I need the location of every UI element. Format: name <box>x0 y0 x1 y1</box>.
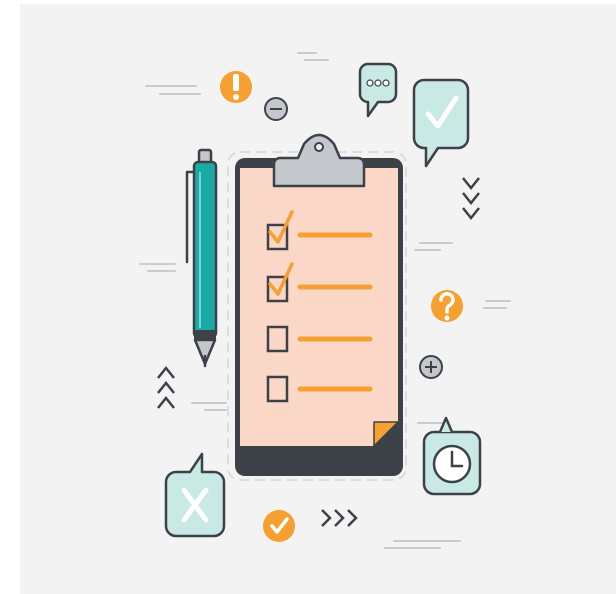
exclamation-icon <box>220 71 252 103</box>
chevrons-up-icon <box>157 365 175 409</box>
x-bubble-icon <box>164 452 226 538</box>
clipboard-icon <box>227 133 407 481</box>
check-circle-icon <box>263 510 295 542</box>
checklist-illustration <box>139 52 511 549</box>
plus-icon <box>419 355 443 379</box>
chevrons-right-icon <box>321 509 358 527</box>
alarm-clock-icon <box>422 416 482 496</box>
chat-bubble-icon <box>358 62 398 118</box>
check-bubble-icon <box>412 78 470 168</box>
question-icon <box>431 290 463 322</box>
minus-icon <box>264 97 288 121</box>
pen-icon <box>185 148 218 368</box>
chevrons-down-icon <box>462 177 480 221</box>
image-frame <box>0 0 616 594</box>
